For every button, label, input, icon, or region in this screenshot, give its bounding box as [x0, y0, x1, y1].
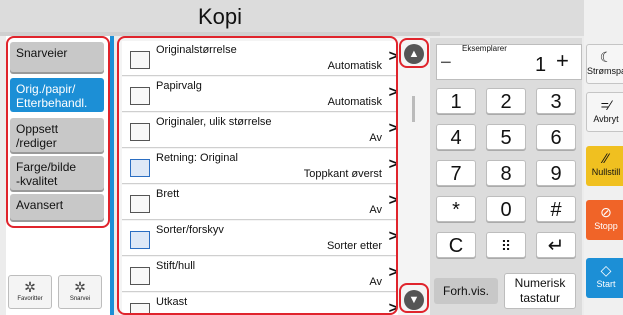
shortcut-icon: ✲ [74, 279, 86, 295]
stop-label: Stopp [594, 221, 618, 231]
title-bar: Kopi [0, 0, 623, 36]
copies-label: Eksemplarer [462, 44, 507, 53]
key-8[interactable]: 8 [486, 160, 526, 186]
key-7[interactable]: 7 [436, 160, 476, 186]
cancel-label: Avbryt [593, 114, 619, 124]
enter-button[interactable]: ↵ [536, 232, 576, 258]
key-4[interactable]: 4 [436, 124, 476, 150]
shortcut-button[interactable]: ✲ Snarvei [58, 275, 102, 309]
favorites-button[interactable]: ✲ Favoritter [8, 275, 52, 309]
energy-saver-label: Strømspar [587, 66, 623, 76]
scroll-track[interactable] [412, 96, 415, 122]
shortcut-label: Snarvei [69, 296, 91, 302]
key-2[interactable]: 2 [486, 88, 526, 114]
plus-button[interactable]: + [556, 48, 569, 74]
list-highlight-frame [117, 36, 398, 315]
cancel-icon: =⁄ [600, 97, 612, 113]
clear-button[interactable]: C [436, 232, 476, 258]
start-label: Start [596, 279, 616, 289]
key-0[interactable]: 0 [486, 196, 526, 222]
tabs-highlight-frame [6, 36, 110, 228]
reset-icon: ⁄⁄ [603, 150, 609, 166]
key-3[interactable]: 3 [536, 88, 576, 114]
reset-button[interactable]: ⁄⁄ Nullstill [586, 146, 623, 186]
gear-star-icon: ✲ [24, 279, 36, 295]
minus-button[interactable]: − [440, 52, 452, 75]
energy-saver-button[interactable]: ☾ Strømspar [586, 44, 623, 84]
stop-button[interactable]: ⊘ Stopp [586, 200, 623, 240]
reset-label: Nullstill [591, 167, 621, 177]
numeric-keypad-button[interactable]: Numerisk tastatur [504, 273, 576, 309]
list-scroll-column: ▲ ▼ [398, 38, 430, 315]
key-1[interactable]: 1 [436, 88, 476, 114]
scroll-down-highlight [399, 283, 429, 313]
dots-button[interactable]: ⠿ [486, 232, 526, 258]
key-hash[interactable]: # [536, 196, 576, 222]
start-button[interactable]: ◇ Start [586, 258, 623, 298]
key-9[interactable]: 9 [536, 160, 576, 186]
tab-accent-line [110, 36, 114, 315]
copies-value: 1 [535, 54, 547, 76]
key-5[interactable]: 5 [486, 124, 526, 150]
key-asterisk[interactable]: * [436, 196, 476, 222]
moon-icon: ☾ [599, 49, 613, 65]
cancel-button[interactable]: =⁄ Avbryt [586, 92, 623, 132]
key-6[interactable]: 6 [536, 124, 576, 150]
copy-screen: Kopi Snarveier Orig./papir/ Etterbehandl… [0, 0, 623, 315]
scroll-up-highlight [399, 38, 429, 68]
preview-button[interactable]: Forh.vis. [434, 278, 498, 304]
start-icon: ◇ [600, 262, 612, 278]
page-title: Kopi [197, 4, 243, 29]
favorites-label: Favoritter [17, 296, 43, 302]
stop-icon: ⊘ [600, 204, 612, 220]
